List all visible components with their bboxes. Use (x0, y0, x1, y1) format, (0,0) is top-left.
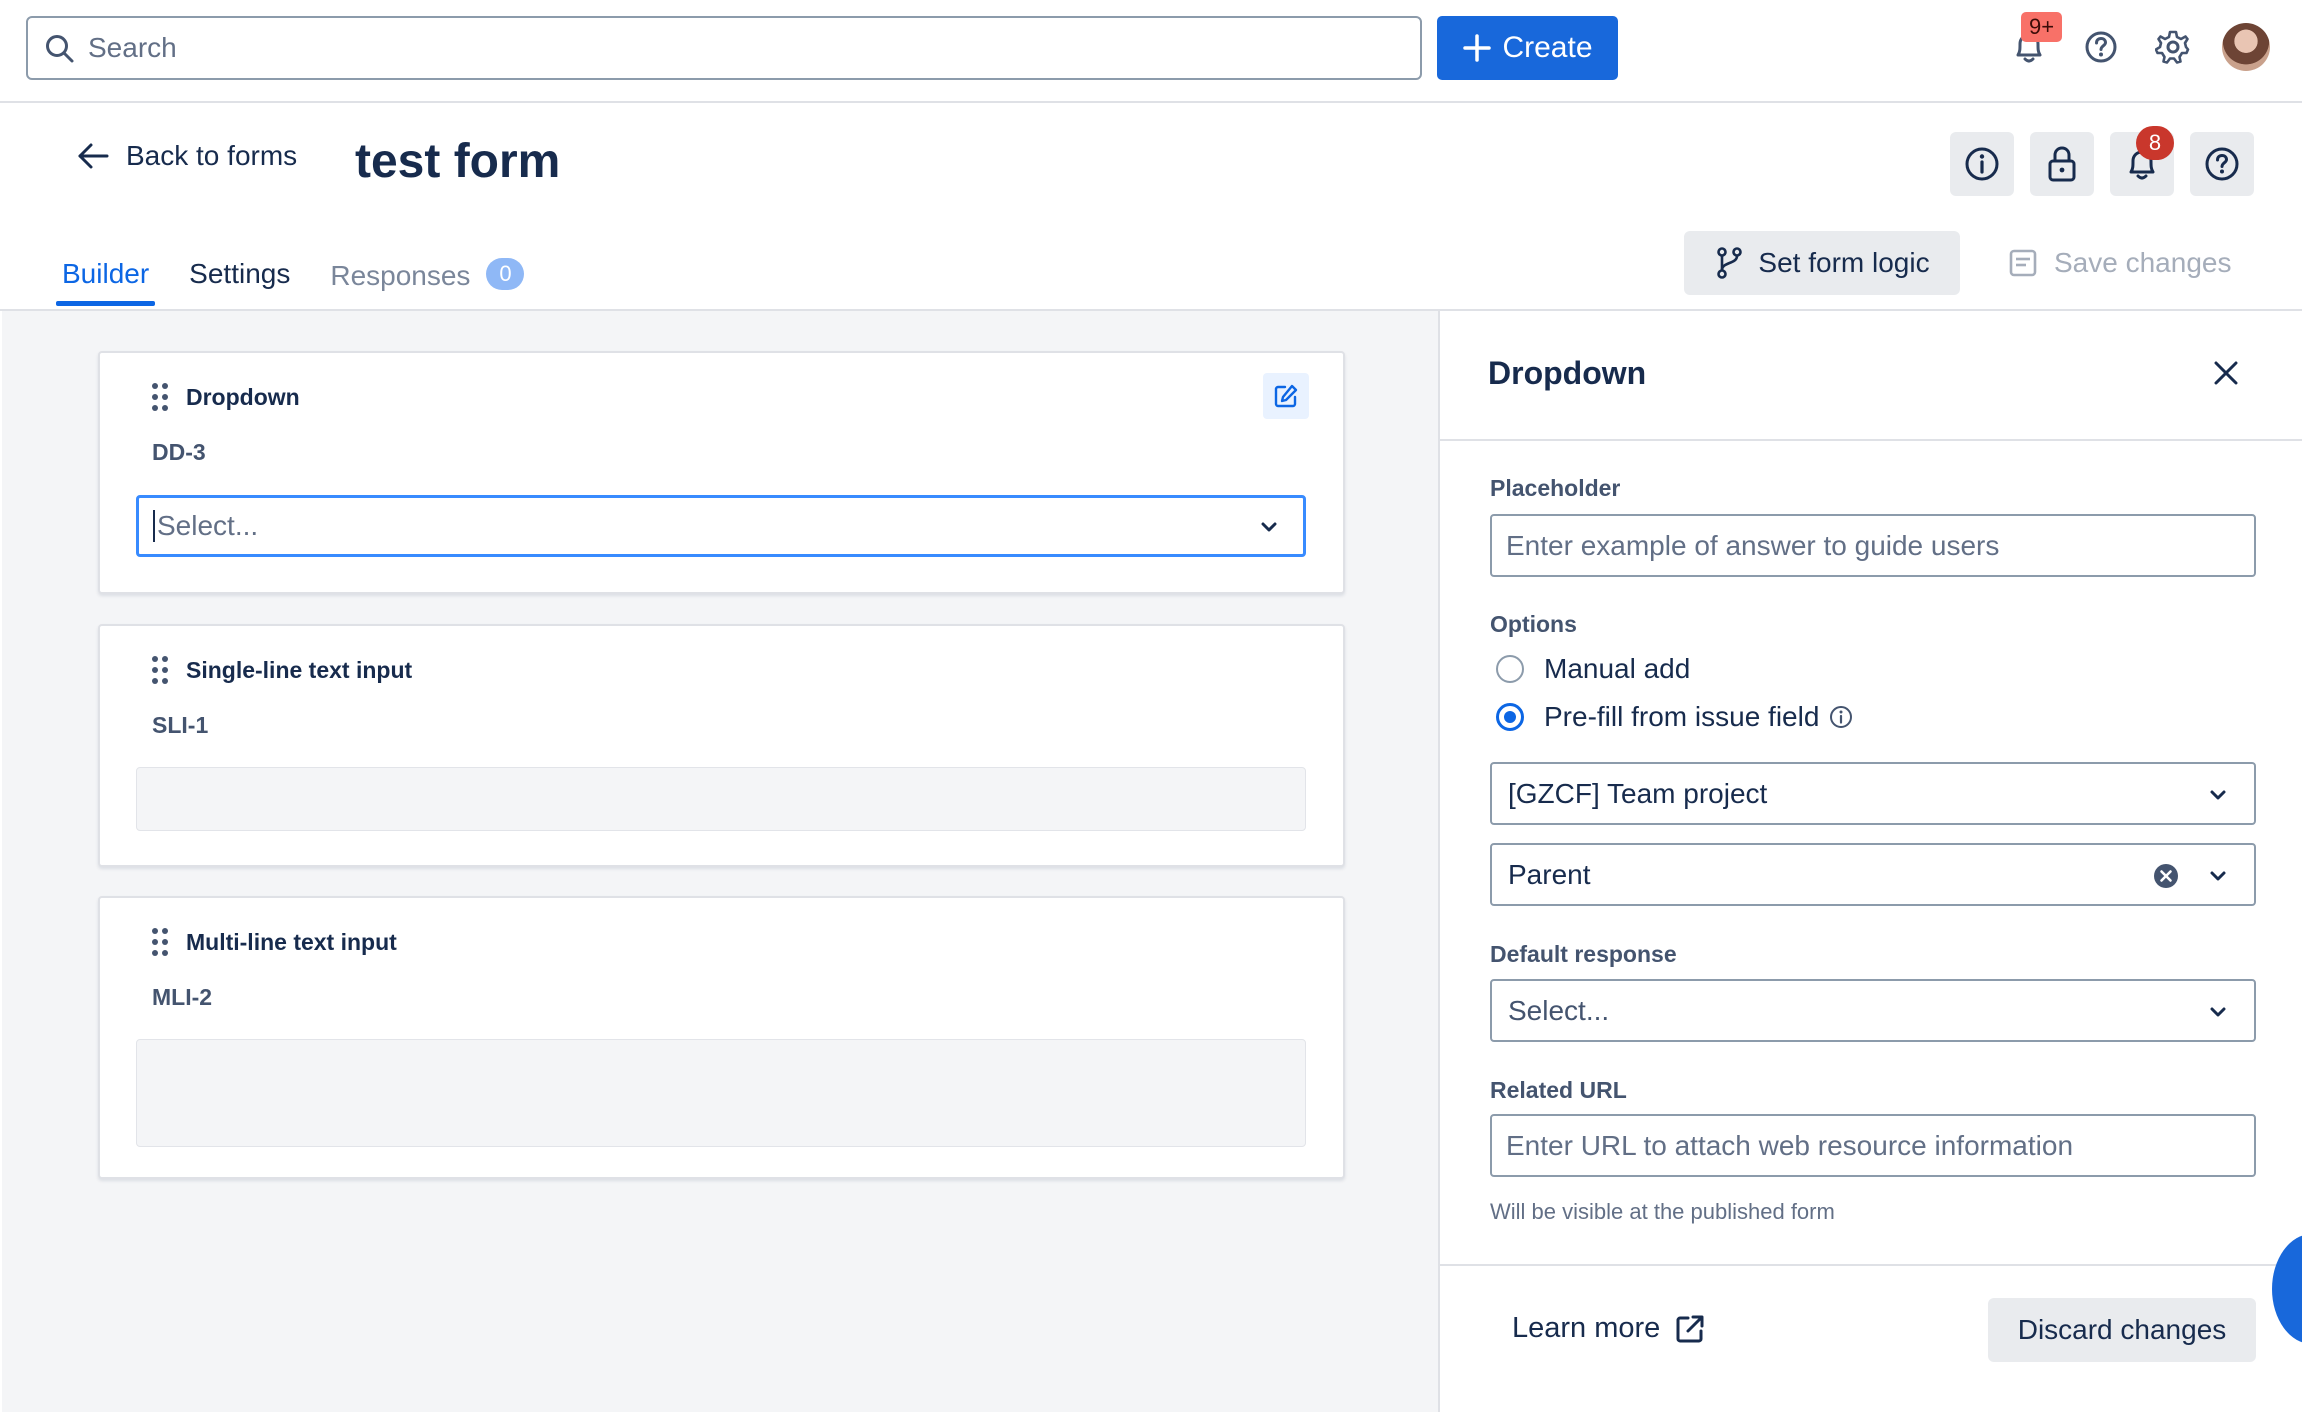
issue-project-select[interactable]: [GZCF] Team project (1490, 762, 2256, 825)
drag-handle-icon[interactable] (152, 928, 168, 956)
form-field-card-single-line[interactable]: Single-line text input SLI-1 (98, 624, 1345, 867)
tab-settings[interactable]: Settings (185, 254, 294, 306)
form-help-button[interactable] (2190, 132, 2254, 196)
form-notifications-badge: 8 (2136, 126, 2174, 160)
field-settings-panel: Dropdown Placeholder Options Manual add … (1438, 311, 2302, 1412)
drag-handle-icon[interactable] (152, 383, 168, 411)
dropdown-preview-select[interactable]: Select... (136, 495, 1306, 557)
form-field-card-multi-line[interactable]: Multi-line text input MLI-2 (98, 896, 1345, 1179)
notifications-badge: 9+ (2021, 12, 2063, 42)
option-prefill[interactable]: Pre-fill from issue field (1496, 701, 1853, 733)
back-label: Back to forms (126, 140, 298, 171)
close-panel-button[interactable] (2206, 353, 2246, 393)
field-label: Single-line text input (186, 656, 413, 683)
builder-canvas: Dropdown DD-3 Select... Single-line text… (2, 311, 1438, 1412)
gear-icon (2155, 29, 2191, 65)
placeholder-input[interactable] (1506, 529, 2254, 562)
related-url-hint: Will be visible at the published form (1490, 1199, 1835, 1224)
related-url-input[interactable] (1506, 1129, 2254, 1162)
text-caret (153, 510, 155, 542)
help-icon (2084, 30, 2118, 64)
field-header: Dropdown (152, 383, 300, 411)
plus-icon (1462, 33, 1492, 63)
field-code: DD-3 (152, 439, 206, 465)
responses-count-badge: 0 (486, 258, 525, 290)
panel-divider (1440, 439, 2302, 441)
chevron-down-icon (1257, 515, 1281, 539)
discard-changes-label: Discard changes (2017, 1314, 2227, 1345)
tab-builder[interactable]: Builder (55, 254, 156, 306)
default-response-label: Default response (1490, 941, 1677, 967)
field-label: Multi-line text input (186, 928, 397, 955)
clear-selection-icon[interactable] (2152, 862, 2180, 890)
branch-icon (1714, 246, 1744, 280)
panel-footer-divider (1440, 1264, 2302, 1266)
field-code: MLI-2 (152, 984, 213, 1010)
external-link-icon (1674, 1313, 1706, 1345)
option-manual-add[interactable]: Manual add (1496, 653, 1690, 685)
placeholder-field[interactable] (1490, 514, 2256, 577)
multi-line-preview-textarea[interactable] (136, 1039, 1306, 1147)
learn-more-link[interactable]: Learn more (1512, 1312, 1706, 1345)
set-form-logic-label: Set form logic (1758, 247, 1930, 278)
placeholder-label: Placeholder (1490, 475, 1621, 501)
search-box[interactable] (26, 16, 1422, 80)
form-field-card-dropdown[interactable]: Dropdown DD-3 Select... (98, 351, 1345, 594)
default-response-select[interactable]: Select... (1490, 979, 2256, 1042)
help-icon (2204, 146, 2240, 182)
issue-field-select[interactable]: Parent (1490, 843, 2256, 906)
drag-handle-icon[interactable] (152, 656, 168, 684)
discard-changes-button[interactable]: Discard changes (1988, 1298, 2256, 1362)
save-changes-button[interactable]: Save changes (2002, 231, 2272, 295)
edit-field-button[interactable] (1263, 373, 1309, 419)
chevron-down-icon (2206, 864, 2230, 888)
field-header: Single-line text input (152, 656, 412, 684)
field-code: SLI-1 (152, 712, 209, 738)
form-info-button[interactable] (1950, 132, 2014, 196)
search-icon (44, 33, 76, 65)
create-label: Create (1502, 31, 1593, 64)
related-url-label: Related URL (1490, 1077, 1627, 1103)
related-url-field[interactable] (1490, 1114, 2256, 1177)
create-button[interactable]: Create (1437, 16, 1618, 80)
lock-icon (2046, 145, 2078, 183)
avatar[interactable] (2222, 23, 2270, 71)
settings-button[interactable] (2150, 24, 2196, 70)
project-select-value: [GZCF] Team project (1508, 777, 1768, 809)
panel-title: Dropdown (1488, 355, 1647, 391)
top-navigation: Create 9+ (0, 0, 2302, 103)
save-changes-label: Save changes (2054, 247, 2232, 278)
tab-responses[interactable]: Responses 0 (326, 254, 528, 306)
page-title: test form (355, 135, 561, 188)
document-icon (2008, 248, 2038, 278)
options-label: Options (1490, 611, 1577, 637)
default-response-value: Select... (1508, 994, 1610, 1026)
chevron-down-icon (2206, 783, 2230, 807)
dropdown-placeholder: Select... (157, 510, 259, 541)
set-form-logic-button[interactable]: Set form logic (1684, 231, 1960, 295)
info-icon[interactable] (1829, 705, 1853, 729)
help-button[interactable] (2078, 24, 2124, 70)
radio-prefill[interactable] (1496, 703, 1524, 731)
form-lock-button[interactable] (2030, 132, 2094, 196)
field-select-value: Parent (1508, 858, 1591, 890)
field-label: Dropdown (186, 383, 300, 410)
edit-icon (1273, 383, 1299, 409)
learn-more-label: Learn more (1512, 1312, 1661, 1344)
info-icon (1964, 146, 2000, 182)
form-tabs: Builder Settings Responses 0 (55, 254, 560, 306)
field-header: Multi-line text input (152, 928, 397, 956)
chevron-down-icon (2206, 1000, 2230, 1024)
close-icon (2211, 358, 2241, 388)
back-to-forms-link[interactable]: Back to forms (76, 140, 297, 172)
option-manual-label: Manual add (1544, 653, 1691, 684)
option-prefill-label: Pre-fill from issue field (1544, 701, 1820, 732)
radio-manual-add[interactable] (1496, 655, 1524, 683)
arrow-left-icon (76, 141, 110, 171)
search-input[interactable] (88, 32, 1420, 64)
single-line-preview-input[interactable] (136, 767, 1306, 831)
